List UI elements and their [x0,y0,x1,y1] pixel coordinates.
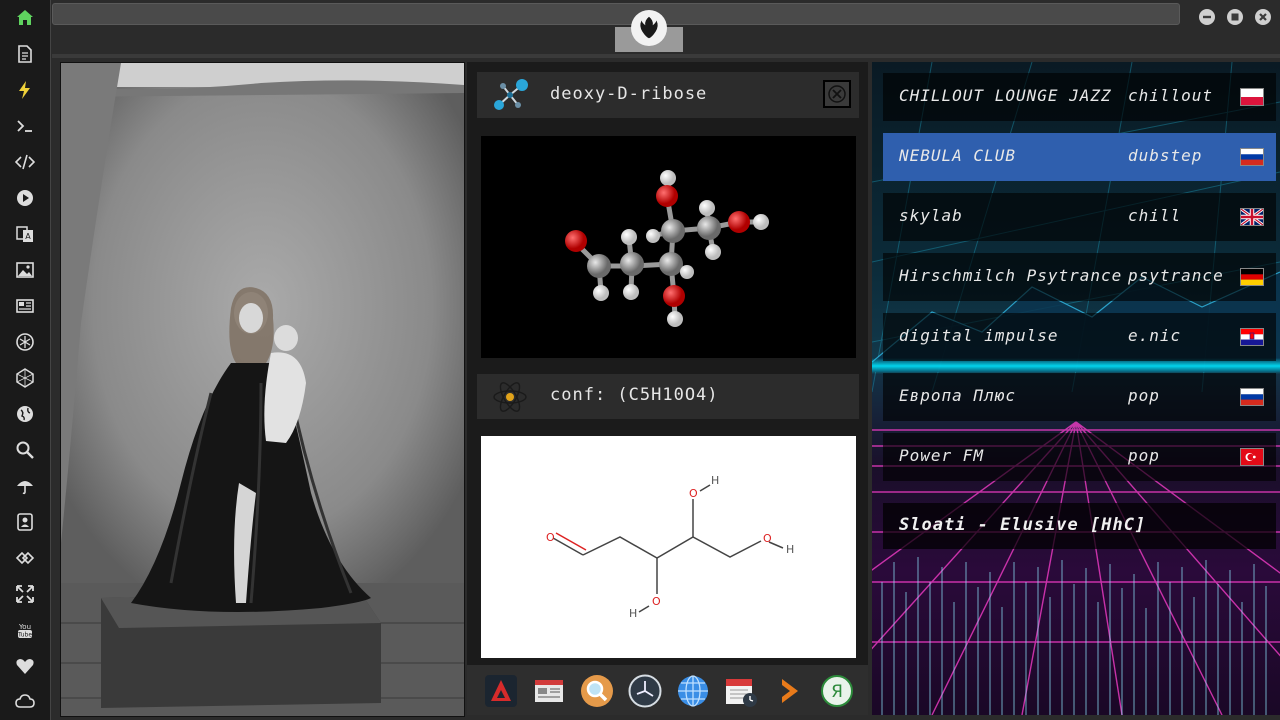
molecule-3d-view[interactable] [481,136,856,358]
radio-panel: CHILLOUT LOUNGE JAZZ chillout NEBULA CLUB d… [872,62,1280,715]
atom-label-h4: H [629,607,637,620]
title-bar [52,3,1180,25]
home-icon[interactable] [13,6,37,30]
conformer-title: conf: (C5H10O4) [550,385,719,405]
station-genre: pop [1128,446,1160,465]
umbrella-icon[interactable] [13,474,37,498]
station-name: digital impulse [899,326,1059,345]
arch-icon[interactable] [484,674,518,708]
uk-flag-icon [1240,208,1264,226]
atom-icon[interactable] [13,330,37,354]
photo-panel [60,62,465,717]
atom-label-o3: O [763,532,772,545]
croatia-flag-icon [1240,328,1264,346]
station-genre: e.nic [1128,326,1182,345]
close-window-button[interactable] [1255,9,1271,25]
youtube-icon[interactable]: You Tube [13,618,37,642]
atom-label-o1: O [546,531,555,544]
app-dock: Я [467,665,868,715]
sidebar: A You Tube [0,0,51,720]
molecule-title: deoxy-D-ribose [550,84,708,104]
station-name: CHILLOUT LOUNGE JAZZ [899,86,1112,105]
germany-flag-icon [1240,268,1264,286]
station-row[interactable]: digital impulse e.nic [883,313,1276,361]
station-name: Power FM [899,446,985,465]
maximize-button[interactable] [1227,9,1243,25]
turkey-flag-icon [1240,448,1264,466]
search-icon[interactable] [13,438,37,462]
calendar-icon[interactable] [724,674,758,708]
molecule-header: deoxy-D-ribose [477,72,859,118]
document-icon[interactable] [13,42,37,66]
station-genre: pop [1128,386,1160,405]
station-row[interactable]: CHILLOUT LOUNGE JAZZ chillout [883,73,1276,121]
black-and-white-photo [61,63,464,716]
russia-flag-icon [1240,388,1264,406]
station-row[interactable]: Hirschmilch Psytrance psytrance [883,253,1276,301]
fullscreen-icon[interactable] [13,582,37,606]
station-genre: chillout [1128,86,1214,105]
clock-icon[interactable] [628,674,662,708]
hexagon-icon[interactable] [13,366,37,390]
minimize-button[interactable] [1199,9,1215,25]
station-row[interactable]: Power FM pop [883,433,1276,481]
molecule-icon [489,77,531,113]
svg-text:A: A [25,232,31,241]
molecule-2d-structure: O O H O H O H [481,436,856,658]
terminal-icon[interactable] [13,114,37,138]
conformer-header: conf: (C5H10O4) [477,374,859,419]
station-row[interactable]: skylab chill [883,193,1276,241]
rebel-alliance-logo-icon[interactable] [631,10,667,46]
cloud-icon[interactable] [13,690,37,714]
station-genre: chill [1128,206,1182,225]
atom-label-o4: O [652,595,661,608]
contact-icon[interactable] [13,510,37,534]
browser-icon[interactable] [676,674,710,708]
yandex-label: Я [831,682,843,702]
station-name: NEBULA CLUB [899,146,1016,165]
station-name: Европа Плюс [899,386,1016,405]
lightning-icon[interactable] [13,78,37,102]
arrow-icon[interactable] [772,674,806,708]
atom-label-o2: O [689,487,698,500]
station-name: Hirschmilch Psytrance [899,266,1123,285]
news-app-icon[interactable] [532,674,566,708]
atom-icon [491,378,529,416]
yandex-icon[interactable]: Я [820,674,854,708]
image-icon[interactable] [13,258,37,282]
poland-flag-icon [1240,88,1264,106]
link-icon[interactable] [13,546,37,570]
search-app-icon[interactable] [580,674,614,708]
atom-label-h2: H [711,474,719,487]
close-molecule-button[interactable] [823,80,851,108]
news-icon[interactable] [13,294,37,318]
station-genre: psytrance [1128,266,1224,285]
molecule-panel: deoxy-D-ribose conf: (C5H10O4) O O H O H… [467,62,868,715]
close-icon [828,85,846,103]
heart-icon[interactable] [13,654,37,678]
now-playing-bar[interactable]: Sloati - Elusive [HhC] [883,503,1276,549]
svg-text:Tube: Tube [17,632,32,639]
translate-icon[interactable]: A [13,222,37,246]
now-playing-title: Sloati - Elusive [HhC] [899,515,1147,535]
code-icon[interactable] [13,150,37,174]
play-icon[interactable] [13,186,37,210]
atom-label-h3: H [786,543,794,556]
station-genre: dubstep [1128,146,1203,165]
station-name: skylab [899,206,963,225]
station-row[interactable]: NEBULA CLUB dubstep [883,133,1276,181]
toolbar-divider [52,54,1280,58]
russia-flag-icon [1240,148,1264,166]
station-row[interactable]: Европа Плюс pop [883,373,1276,421]
globe-icon[interactable] [13,402,37,426]
svg-text:You: You [18,623,31,631]
